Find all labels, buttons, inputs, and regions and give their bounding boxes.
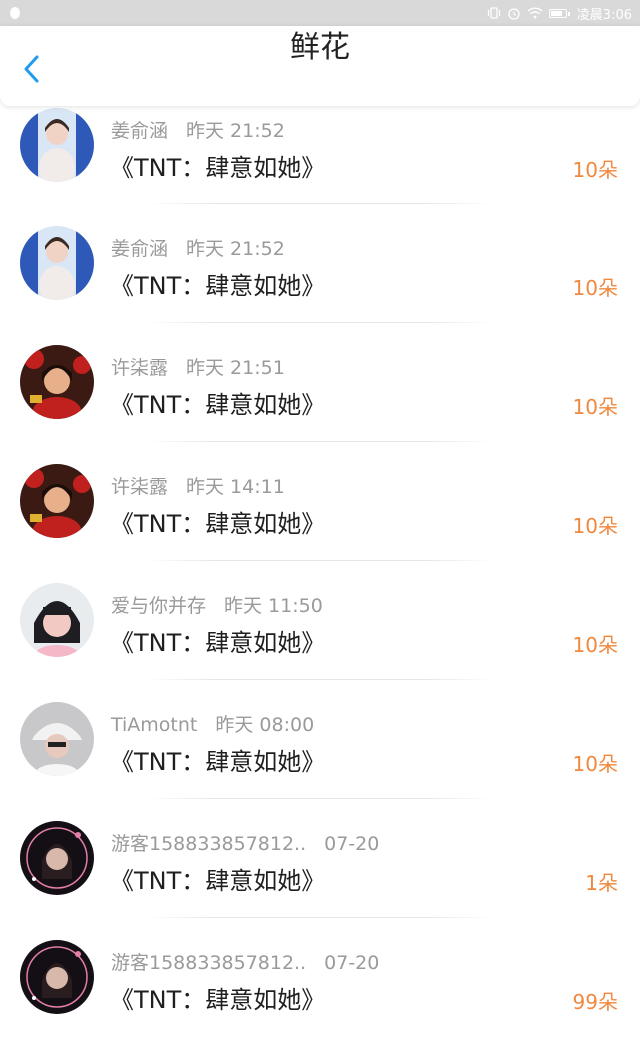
user-name[interactable]: 姜俞涵 — [111, 120, 168, 142]
book-title[interactable]: 《TNT：肆意如她》 — [110, 504, 325, 539]
book-title[interactable]: 《TNT：肆意如她》 — [110, 980, 325, 1015]
book-title[interactable]: 《TNT：肆意如她》 — [110, 861, 325, 896]
user-name[interactable]: 许柒露 — [111, 476, 168, 498]
timestamp: 昨天 21:52 — [186, 238, 285, 260]
flower-count: 10朵 — [572, 158, 618, 182]
timestamp: 07-20 — [324, 952, 380, 974]
list-item[interactable]: 游客158833857812.. 07-20 《TNT：肆意如她》 1朵 — [0, 799, 640, 918]
app-header: 鲜花 — [0, 26, 640, 106]
user-name[interactable]: 许柒露 — [111, 357, 168, 379]
avatar[interactable] — [20, 108, 94, 182]
user-name[interactable]: 游客158833857812.. — [111, 833, 306, 855]
flower-count: 10朵 — [572, 633, 618, 657]
book-title[interactable]: 《TNT：肆意如她》 — [110, 148, 325, 183]
list-item[interactable]: 姜俞涵 昨天 21:52 《TNT：肆意如她》 10朵 — [0, 204, 640, 323]
flower-count: 10朵 — [572, 276, 618, 300]
flower-count: 10朵 — [572, 395, 618, 419]
user-name[interactable]: TiAmotnt — [111, 714, 197, 736]
avatar[interactable] — [20, 940, 94, 1014]
user-name[interactable]: 爱与你并存 — [111, 595, 206, 617]
avatar[interactable] — [20, 226, 94, 300]
list-item[interactable]: 许柒露 昨天 14:11 《TNT：肆意如她》 10朵 — [0, 442, 640, 561]
avatar[interactable] — [20, 821, 94, 895]
book-title[interactable]: 《TNT：肆意如她》 — [110, 742, 325, 777]
avatar[interactable] — [20, 345, 94, 419]
user-name[interactable]: 姜俞涵 — [111, 238, 168, 260]
avatar[interactable] — [20, 583, 94, 657]
timestamp: 昨天 21:51 — [186, 357, 285, 379]
list-item[interactable]: TiAmotnt 昨天 08:00 《TNT：肆意如她》 10朵 — [0, 680, 640, 799]
flower-count: 10朵 — [572, 752, 618, 776]
page-title: 鲜花 — [290, 30, 350, 65]
list-item[interactable]: 姜俞涵 昨天 21:52 《TNT：肆意如她》 10朵 — [0, 106, 640, 204]
list-item[interactable]: 爱与你并存 昨天 11:50 《TNT：肆意如她》 10朵 — [0, 561, 640, 680]
flower-count: 99朵 — [572, 990, 618, 1014]
flower-list: 姜俞涵 昨天 21:52 《TNT：肆意如她》 10朵 姜俞涵 昨天 21:52 《… — [0, 106, 640, 1037]
list-item[interactable]: 游客158833857812.. 07-20 《TNT：肆意如她》 99朵 — [0, 918, 640, 1037]
avatar[interactable] — [20, 702, 94, 776]
timestamp: 昨天 21:52 — [186, 120, 285, 142]
user-name[interactable]: 游客158833857812.. — [111, 952, 306, 974]
flower-count: 10朵 — [572, 514, 618, 538]
timestamp: 昨天 08:00 — [215, 714, 315, 736]
book-title[interactable]: 《TNT：肆意如她》 — [110, 623, 325, 658]
timestamp: 昨天 11:50 — [224, 595, 323, 617]
avatar[interactable] — [20, 464, 94, 538]
book-title[interactable]: 《TNT：肆意如她》 — [110, 266, 325, 301]
book-title[interactable]: 《TNT：肆意如她》 — [110, 385, 325, 420]
flower-count: 1朵 — [585, 871, 618, 895]
list-item[interactable]: 许柒露 昨天 21:51 《TNT：肆意如她》 10朵 — [0, 323, 640, 442]
timestamp: 昨天 14:11 — [186, 476, 285, 498]
timestamp: 07-20 — [324, 833, 380, 855]
